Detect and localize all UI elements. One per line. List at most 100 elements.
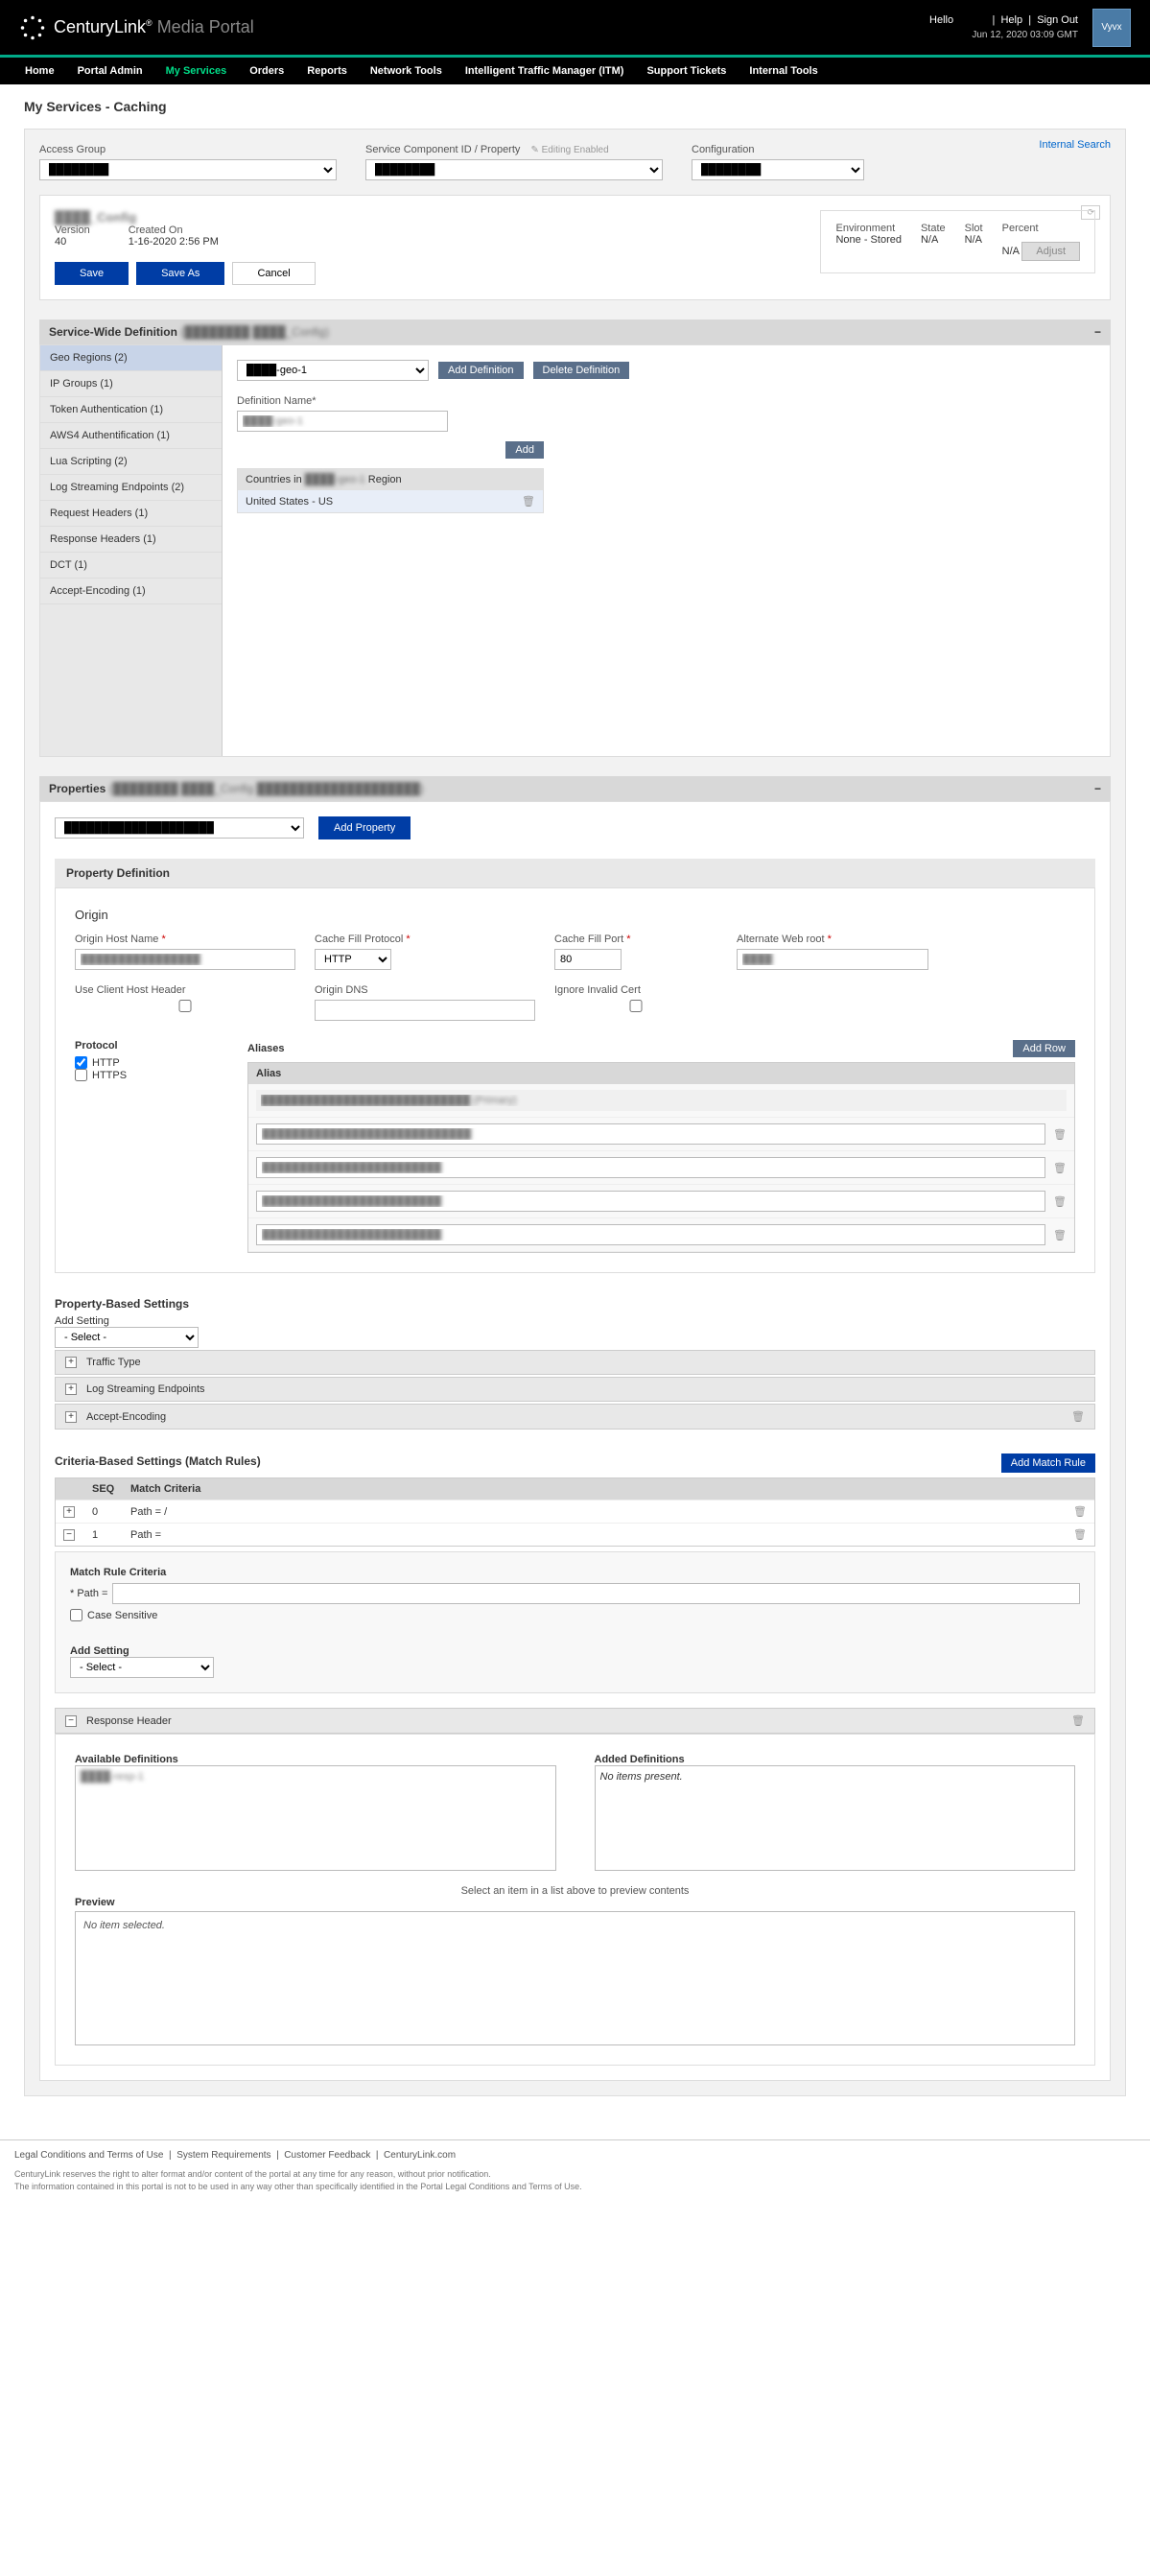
alias-row: 🗑 [248,1185,1074,1218]
expand-icon[interactable]: + [65,1411,77,1423]
http-checkbox[interactable] [75,1056,87,1069]
logo-icon [19,14,46,41]
nav-itm[interactable]: Intelligent Traffic Manager (ITM) [454,58,636,84]
sidebar-token-auth[interactable]: Token Authentication (1) [40,397,222,423]
help-link[interactable]: Help [1000,14,1022,26]
created-label: Created On [129,225,219,236]
footer-legal[interactable]: Legal Conditions and Terms of Use [14,2150,163,2161]
nav-network-tools[interactable]: Network Tools [359,58,454,84]
expand-icon[interactable]: + [63,1506,75,1518]
ignore-cert-checkbox[interactable] [554,1000,717,1012]
def-name-input[interactable] [237,411,448,432]
nav-reports[interactable]: Reports [295,58,359,84]
available-list[interactable]: ████-resp-1 [75,1765,556,1871]
expand-icon[interactable]: + [65,1383,77,1395]
case-sensitive-checkbox[interactable] [70,1609,82,1621]
cancel-button[interactable]: Cancel [232,262,315,285]
add-definition-button[interactable]: Add Definition [438,362,524,379]
sidebar-lua[interactable]: Lua Scripting (2) [40,449,222,475]
service-select[interactable]: ████████ [365,159,663,180]
property-select[interactable]: ████████████████████ [55,817,304,839]
footer-feedback[interactable]: Customer Feedback [284,2150,370,2161]
dns-label: Origin DNS [315,984,535,996]
add-button[interactable]: Add [505,441,544,459]
setting-row-traffic-type: +Traffic Type [55,1350,1095,1375]
nav-my-services[interactable]: My Services [154,58,239,84]
path-input[interactable] [112,1583,1080,1604]
client-host-checkbox[interactable] [75,1000,295,1012]
trash-icon[interactable]: 🗑 [1053,1195,1067,1208]
collapse-icon[interactable]: − [1094,325,1101,339]
add-row-button[interactable]: Add Row [1013,1040,1075,1057]
collapse-icon[interactable]: − [63,1529,75,1541]
alias-input[interactable] [256,1191,1045,1212]
trash-icon[interactable]: 🗑 [1073,1528,1087,1541]
alias-input[interactable] [256,1123,1045,1145]
nav-internal-tools[interactable]: Internal Tools [738,58,829,84]
sidebar-dct[interactable]: DCT (1) [40,553,222,579]
sidebar-resp-headers[interactable]: Response Headers (1) [40,527,222,553]
trash-icon[interactable]: 🗑 [1053,1229,1067,1241]
trash-icon[interactable]: 🗑 [522,495,535,508]
footer-cl[interactable]: CenturyLink.com [384,2150,456,2161]
trash-icon[interactable]: 🗑 [1053,1162,1067,1174]
collapse-icon[interactable]: − [1094,782,1101,795]
expand-icon[interactable]: + [65,1357,77,1368]
navbar: Home Portal Admin My Services Orders Rep… [0,55,1150,84]
alias-input[interactable] [256,1157,1045,1178]
add-setting-select[interactable]: - Select - [55,1327,199,1348]
rule-criteria-label: Match Rule Criteria [70,1567,166,1578]
nav-portal-admin[interactable]: Portal Admin [66,58,154,84]
sidebar-aws4-auth[interactable]: AWS4 Authentification (1) [40,423,222,449]
https-checkbox[interactable] [75,1069,87,1081]
properties-header[interactable]: Properties (████████ ████_Config ███████… [39,776,1111,801]
webroot-input[interactable] [737,949,928,970]
swd-header[interactable]: Service-Wide Definition (████████ ████_C… [39,319,1111,344]
response-header-label: Response Header [86,1715,172,1727]
add-match-rule-button[interactable]: Add Match Rule [1001,1453,1095,1473]
trash-icon[interactable]: 🗑 [1071,1410,1085,1423]
cache-protocol-select[interactable]: HTTP [315,949,391,970]
origin-box: Origin Origin Host Name * Cache Fill Pro… [55,887,1095,1273]
brand-name: CenturyLink®Media Portal [54,17,254,37]
trash-icon[interactable]: 🗑 [1071,1714,1085,1727]
sidebar-log-streaming[interactable]: Log Streaming Endpoints (2) [40,475,222,501]
collapse-icon[interactable]: − [65,1715,77,1727]
sidebar-geo-regions[interactable]: Geo Regions (2) [40,345,222,371]
dns-input[interactable] [315,1000,535,1021]
config-select[interactable]: ████████ [692,159,864,180]
version-value: 40 [55,236,66,248]
save-button[interactable]: Save [55,262,129,285]
username: ████ [956,14,986,26]
internal-search-link[interactable]: Internal Search [1039,139,1111,151]
nav-support-tickets[interactable]: Support Tickets [635,58,738,84]
region-select[interactable]: ████-geo-1 [237,360,429,381]
signout-link[interactable]: Sign Out [1037,14,1078,26]
host-input[interactable] [75,949,295,970]
nav-home[interactable]: Home [13,58,66,84]
col-match: Match Criteria [130,1483,200,1495]
add-setting-select[interactable]: - Select - [70,1657,214,1678]
access-group-select[interactable]: ████████ [39,159,337,180]
alias-table: Alias 🗑 🗑 🗑 🗑 [247,1062,1075,1253]
added-list[interactable]: No items present. [595,1765,1076,1871]
pbs-title: Property-Based Settings [55,1297,1095,1311]
trash-icon[interactable]: 🗑 [1073,1505,1087,1518]
footer-sysreq[interactable]: System Requirements [176,2150,270,2161]
env-value: None - Stored [835,234,901,246]
sidebar-req-headers[interactable]: Request Headers (1) [40,501,222,527]
cache-port-input[interactable] [554,949,622,970]
save-as-button[interactable]: Save As [136,262,224,285]
alias-input[interactable] [256,1224,1045,1245]
trash-icon[interactable]: 🗑 [1053,1128,1067,1141]
nav-orders[interactable]: Orders [238,58,295,84]
sidebar-accept-encoding[interactable]: Accept-Encoding (1) [40,579,222,604]
slot-label: Slot [965,223,983,234]
add-property-button[interactable]: Add Property [318,816,411,839]
added-label: Added Definitions [595,1754,685,1765]
main-panel: Internal Search Access Group ████████ Se… [24,129,1126,2096]
adjust-button[interactable]: Adjust [1021,242,1080,261]
alias-row: 🗑 [248,1151,1074,1185]
sidebar-ip-groups[interactable]: IP Groups (1) [40,371,222,397]
delete-definition-button[interactable]: Delete Definition [533,362,630,379]
